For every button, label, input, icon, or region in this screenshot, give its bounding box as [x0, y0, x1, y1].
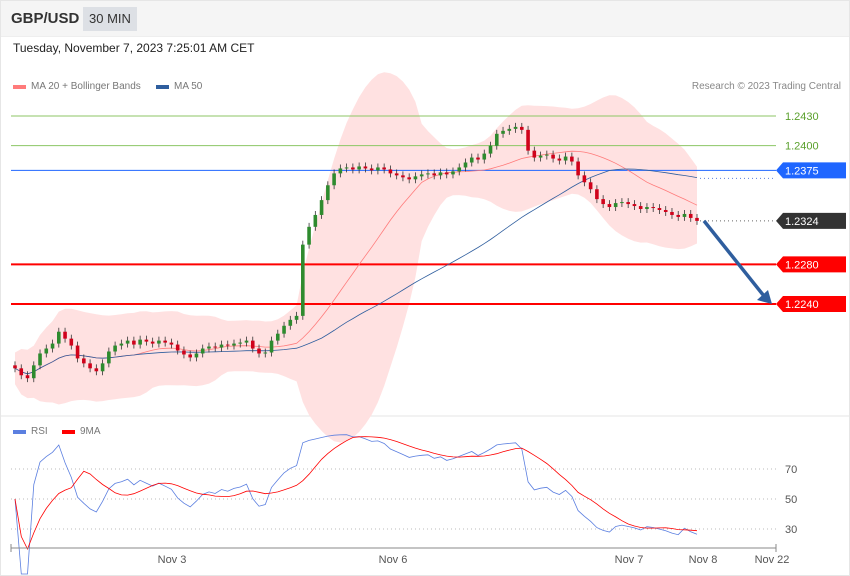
chart-frame [0, 0, 850, 576]
